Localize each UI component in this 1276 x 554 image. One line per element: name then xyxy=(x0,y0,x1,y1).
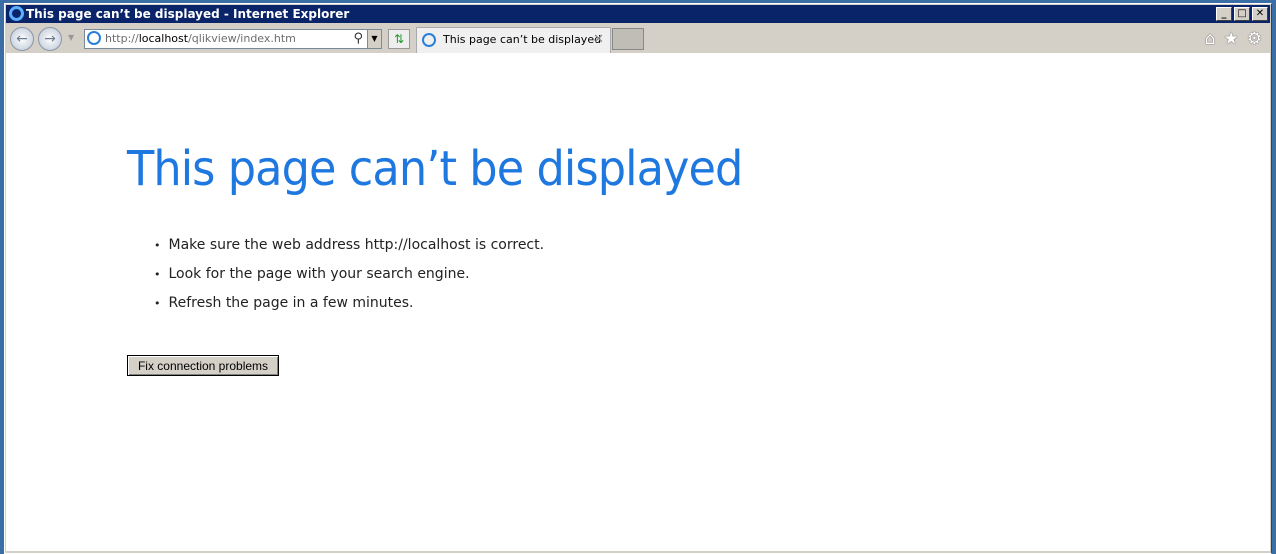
back-button[interactable]: ← xyxy=(10,27,34,51)
ie-page-icon xyxy=(87,31,101,45)
home-icon[interactable]: ⌂ xyxy=(1205,29,1216,49)
tab-title: This page can’t be displayed xyxy=(443,33,602,46)
list-item: Make sure the web address http://localho… xyxy=(154,234,545,263)
address-path: /qlikview/index.htm xyxy=(188,32,296,45)
minimize-button[interactable]: _ xyxy=(1216,7,1232,21)
browser-window: This page can’t be displayed - Internet … xyxy=(4,3,1272,554)
list-item: Refresh the page in a few minutes. xyxy=(154,292,544,321)
new-tab-button[interactable] xyxy=(612,28,644,50)
address-bar[interactable]: http://localhost/qlikview/index.htm ⚲ ▼ xyxy=(84,29,382,49)
address-prefix: http:// xyxy=(105,32,139,45)
page-heading: This page can’t be displayed xyxy=(127,141,743,197)
tab-current[interactable]: This page can’t be displayed ✕ xyxy=(416,27,611,53)
ie-logo-icon xyxy=(9,6,24,21)
favorites-star-icon[interactable]: ★ xyxy=(1224,29,1239,49)
close-button[interactable]: ✕ xyxy=(1252,7,1268,21)
close-tab-icon[interactable]: ✕ xyxy=(593,28,604,52)
history-dropdown-icon[interactable]: ▼ xyxy=(68,33,74,42)
title-bar: This page can’t be displayed - Internet … xyxy=(6,5,1270,23)
forward-button[interactable]: → xyxy=(38,27,62,51)
toolbar: ← → ▼ http://localhost/qlikview/index.ht… xyxy=(6,23,1270,53)
ie-tab-icon xyxy=(422,33,436,47)
suggestion-list: Make sure the web address http://localho… xyxy=(154,234,545,321)
refresh-icon[interactable]: ⇅ xyxy=(388,29,410,49)
window-title: This page can’t be displayed - Internet … xyxy=(26,7,350,21)
address-host: localhost xyxy=(138,32,189,45)
page-content: This page can’t be displayed Make sure t… xyxy=(6,53,1270,551)
search-icon[interactable]: ⚲ xyxy=(353,30,363,48)
list-item: Look for the page with your search engin… xyxy=(154,263,544,292)
maximize-button[interactable]: □ xyxy=(1234,7,1250,21)
address-dropdown-icon[interactable]: ▼ xyxy=(367,30,381,48)
gear-icon[interactable]: ⚙ xyxy=(1247,29,1262,49)
fix-connection-button[interactable]: Fix connection problems xyxy=(127,355,279,376)
